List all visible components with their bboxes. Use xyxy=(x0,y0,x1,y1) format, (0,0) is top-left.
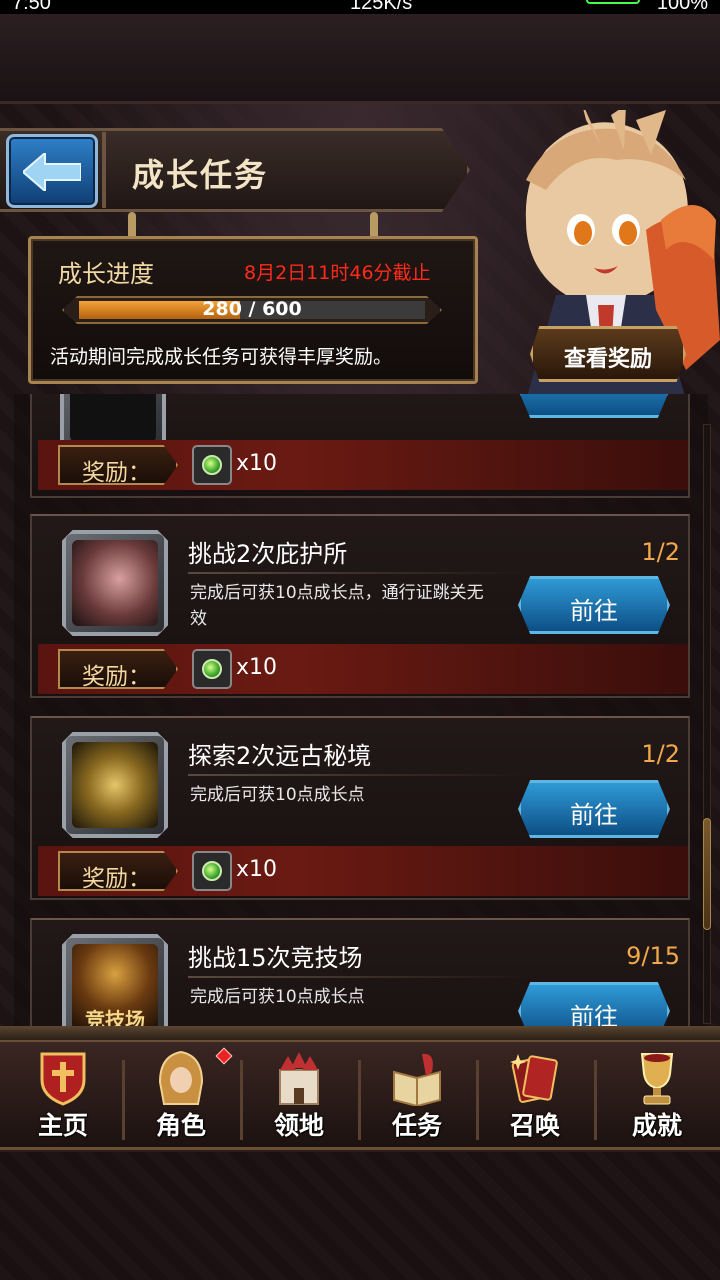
nav-label: 领地 xyxy=(273,1111,324,1140)
scrollbar-thumb[interactable] xyxy=(703,818,711,930)
nav-achievements[interactable]: 成就 xyxy=(598,1046,716,1146)
shield-cross-icon xyxy=(40,1052,86,1106)
back-button[interactable] xyxy=(6,134,98,208)
task-card: 竞技场 挑战15次竞技场 9/15 完成后可获10点成长点 前往 xyxy=(30,918,690,1034)
reward-tag: 奖励： xyxy=(58,851,178,891)
status-battery: 100% xyxy=(656,0,708,14)
back-arrow-icon xyxy=(23,153,81,191)
task-description: 完成后可获10点成长点 xyxy=(190,987,365,1007)
status-bar: 7:50 125K/s 100% xyxy=(0,0,720,14)
growth-gem-icon xyxy=(202,455,222,475)
list-frame-bottom xyxy=(0,1026,720,1040)
sanctuary-icon xyxy=(62,530,168,636)
summon-cards-icon xyxy=(510,1054,558,1103)
castle-icon xyxy=(279,1052,319,1105)
task-progress-count: 1/2 xyxy=(641,740,680,768)
reward-row: 奖励： x10 xyxy=(38,644,688,694)
growth-gem-icon xyxy=(202,659,222,679)
reward-label: 奖励： xyxy=(82,664,151,690)
go-button[interactable]: 前往 xyxy=(518,576,670,634)
task-progress-count: 1/2 xyxy=(641,538,680,566)
reward-tag: 奖励： xyxy=(58,649,178,689)
go-button[interactable] xyxy=(518,394,670,418)
reward-row: 奖励： x10 xyxy=(38,440,688,490)
status-net-speed: 125K/s xyxy=(350,0,413,14)
task-title: 挑战2次庇护所 xyxy=(188,540,348,568)
view-rewards-label: 查看奖励 xyxy=(563,347,652,372)
title-divider xyxy=(102,132,106,208)
reward-quantity: x10 xyxy=(236,655,278,680)
reward-item[interactable] xyxy=(192,445,232,485)
arena-icon: 竞技场 xyxy=(62,934,168,1034)
deadline-text: 8月2日11时46分截止 xyxy=(244,262,431,284)
reward-row: 奖励： x10 xyxy=(38,846,688,896)
reward-label: 奖励： xyxy=(82,460,151,486)
task-progress-count: 9/15 xyxy=(626,942,680,970)
page-title: 成长任务 xyxy=(132,156,269,194)
reward-quantity: x10 xyxy=(236,451,278,476)
quest-book-icon xyxy=(393,1053,441,1106)
nav-label: 任务 xyxy=(391,1111,442,1140)
nav-tasks[interactable]: 任务 xyxy=(358,1046,476,1146)
task-divider xyxy=(188,774,528,776)
top-ornament-band xyxy=(0,14,720,104)
reward-item[interactable] xyxy=(192,649,232,689)
progress-value: 280 / 600 xyxy=(202,298,302,320)
progress-description: 活动期间完成成长任务可获得丰厚奖励。 xyxy=(50,346,393,368)
nav-summon[interactable]: 召唤 xyxy=(476,1046,594,1146)
footer-ornament xyxy=(0,1152,720,1280)
growth-gem-icon xyxy=(202,861,222,881)
task-divider xyxy=(188,572,528,574)
reward-quantity: x10 xyxy=(236,857,278,882)
reward-label: 奖励： xyxy=(82,866,151,892)
view-rewards-button[interactable]: 查看奖励 xyxy=(530,326,686,382)
progress-label: 成长进度 xyxy=(58,260,154,288)
nav-label: 主页 xyxy=(37,1111,88,1140)
go-button[interactable]: 前往 xyxy=(518,780,670,838)
nav-label: 角色 xyxy=(155,1111,206,1140)
nav-separator xyxy=(594,1060,597,1140)
battery-icon xyxy=(586,0,640,4)
go-button-label: 前往 xyxy=(570,597,618,625)
trophy-icon xyxy=(640,1053,674,1105)
task-description: 完成后可获10点成长点，通行证跳关无效 xyxy=(190,583,484,629)
ancient-realm-icon xyxy=(62,732,168,838)
reward-tag: 奖励： xyxy=(58,445,178,485)
task-title: 探索2次远古秘境 xyxy=(188,742,372,770)
go-button-label: 前往 xyxy=(570,801,618,829)
task-divider xyxy=(188,976,528,978)
status-time: 7:50 xyxy=(12,0,51,14)
nav-home[interactable]: 主页 xyxy=(4,1046,122,1146)
nav-label: 召唤 xyxy=(509,1111,560,1140)
hooded-character-icon xyxy=(158,1050,204,1105)
nav-territory[interactable]: 领地 xyxy=(240,1046,358,1146)
scrollbar-track[interactable] xyxy=(703,424,711,1024)
task-list[interactable]: 奖励： x10 挑战2次庇护所 1/2 完成后可获10点成长点，通行证跳关无效 … xyxy=(0,394,720,1034)
task-title: 挑战15次竞技场 xyxy=(188,944,363,972)
task-description: 完成后可获10点成长点 xyxy=(190,785,365,805)
reward-item[interactable] xyxy=(192,851,232,891)
nav-label: 成就 xyxy=(631,1111,682,1140)
